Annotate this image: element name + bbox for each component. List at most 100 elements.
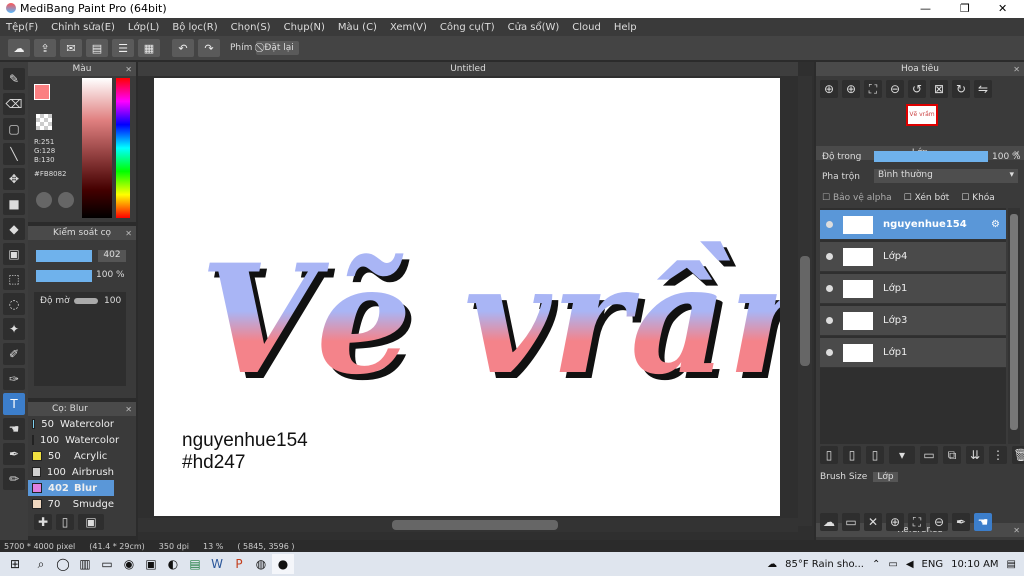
close-button[interactable]: ✕: [998, 2, 1007, 15]
clip-checkbox[interactable]: ☐ Xén bớt: [904, 193, 950, 203]
brush-add-icon[interactable]: ✚: [34, 514, 52, 530]
menu-view[interactable]: Xem(V): [390, 22, 427, 33]
vertical-scrollbar[interactable]: [798, 76, 812, 526]
fill-rect-icon[interactable]: ■: [3, 193, 25, 215]
task-view-icon[interactable]: ◯: [52, 554, 74, 574]
cloud-icon[interactable]: ☁: [8, 39, 30, 57]
clock[interactable]: 10:10 AM: [951, 559, 998, 570]
tray-chevron-icon[interactable]: ⌃: [872, 559, 880, 570]
powerpoint-icon[interactable]: P: [228, 554, 250, 574]
brush-list-item[interactable]: 50 Acrylic: [28, 448, 114, 464]
magic-wand-icon[interactable]: ✦: [3, 318, 25, 340]
new-halftone-layer-icon[interactable]: ▯: [866, 446, 884, 464]
edge-icon[interactable]: ◐: [162, 554, 184, 574]
panel-close-icon[interactable]: ✕: [1013, 65, 1020, 74]
eraser-icon[interactable]: ⌫: [3, 93, 25, 115]
layer-add-menu-icon[interactable]: ▾: [889, 446, 915, 464]
new-layer-icon[interactable]: ▯: [820, 446, 838, 464]
zoom-out-icon[interactable]: ⊖: [930, 513, 948, 531]
transparent-swatch[interactable]: [36, 114, 52, 130]
chrome-icon[interactable]: ◍: [250, 554, 272, 574]
search-icon[interactable]: ⌕: [30, 554, 52, 574]
panel-close-icon[interactable]: ✕: [125, 405, 132, 414]
menu-color[interactable]: Màu (C): [338, 22, 377, 33]
protect-alpha-checkbox[interactable]: ☐ Bảo vệ alpha: [822, 193, 892, 203]
brush-opacity-bar[interactable]: [36, 270, 92, 282]
zoom-fit-icon[interactable]: ⊕: [820, 80, 838, 98]
fit-icon[interactable]: ⛶: [908, 513, 926, 531]
select-eraser-icon[interactable]: ✑: [3, 368, 25, 390]
panel-close-icon[interactable]: ✕: [125, 229, 132, 238]
layer-row[interactable]: Lớp1: [820, 338, 1006, 368]
zoom-in-icon[interactable]: ⊕: [886, 513, 904, 531]
navigator-thumbnail[interactable]: Vẽ vrầm: [906, 104, 938, 126]
palette-icon[interactable]: [36, 192, 52, 208]
file-explorer-icon[interactable]: ▭: [96, 554, 118, 574]
brush-size-value[interactable]: 402: [98, 250, 126, 262]
horizontal-scroll-thumb[interactable]: [392, 520, 558, 530]
excel-icon[interactable]: ▤: [184, 554, 206, 574]
windows-start-icon[interactable]: ⊞: [0, 554, 30, 574]
layer-settings-icon[interactable]: ⋮: [989, 446, 1007, 464]
canvas-tab[interactable]: Untitled: [138, 62, 798, 76]
layer-scrollbar[interactable]: [1008, 208, 1020, 444]
rotate-right-icon[interactable]: ↻: [952, 80, 970, 98]
tab-layer[interactable]: Lớp: [873, 472, 898, 482]
comment-icon[interactable]: ✉: [60, 39, 82, 57]
menu-window[interactable]: Cửa sổ(W): [508, 22, 560, 33]
hand-icon[interactable]: ☚: [974, 513, 992, 531]
trash-icon[interactable]: 🗑: [1012, 446, 1024, 464]
redo-icon[interactable]: ↷: [198, 39, 220, 57]
rect-icon[interactable]: ▢: [3, 118, 25, 140]
brush-list-item[interactable]: 50 Watercolor: [28, 416, 114, 432]
document-canvas[interactable]: Vẽ vrầm Vẽ vrầm nguyenhue154 #hd247: [154, 78, 780, 516]
hand-icon[interactable]: ☚: [3, 418, 25, 440]
volume-icon[interactable]: ◀: [906, 559, 914, 570]
layer-row[interactable]: Lớp3: [820, 306, 1006, 336]
list-icon[interactable]: ☰: [112, 39, 134, 57]
menu-help[interactable]: Help: [614, 22, 637, 33]
brush-new-icon[interactable]: ▯: [56, 514, 74, 530]
shade-picker[interactable]: [82, 78, 112, 218]
eyedropper-icon[interactable]: ✒: [952, 513, 970, 531]
menu-select[interactable]: Chọn(S): [231, 22, 271, 33]
zoom-in-icon[interactable]: ⊕: [842, 80, 860, 98]
lock-checkbox[interactable]: ☐ Khóa: [961, 193, 995, 203]
panel-close-icon[interactable]: ✕: [1013, 526, 1020, 535]
merge-layer-icon[interactable]: ⇊: [966, 446, 984, 464]
close-icon[interactable]: ✕: [864, 513, 882, 531]
blend-select[interactable]: Bình thường ▾: [874, 169, 1018, 183]
medibang-taskbar-icon[interactable]: ●: [272, 554, 294, 574]
network-icon[interactable]: ▭: [888, 559, 897, 570]
visibility-icon[interactable]: [826, 285, 833, 292]
brush-list-item[interactable]: 100 Airbrush: [28, 464, 114, 480]
open-folder-icon[interactable]: ▭: [842, 513, 860, 531]
brush-list-item[interactable]: 100 Watercolor: [28, 432, 119, 448]
brush-list-item[interactable]: 70 Smudge: [28, 496, 114, 512]
menu-cloud[interactable]: Cloud: [572, 22, 601, 33]
folder-icon[interactable]: ▭: [920, 446, 938, 464]
notification-icon[interactable]: ▤: [1007, 559, 1016, 570]
brush-list-item[interactable]: 402 Blur: [28, 480, 114, 496]
new-layer-color-icon[interactable]: ▯: [843, 446, 861, 464]
rotate-left-icon[interactable]: ↺: [908, 80, 926, 98]
select-pen-icon[interactable]: ✐: [3, 343, 25, 365]
menu-file[interactable]: Tệp(F): [6, 22, 38, 33]
eyedropper-icon[interactable]: ✒: [3, 443, 25, 465]
monitor-icon[interactable]: ▣: [140, 554, 162, 574]
maximize-button[interactable]: ❐: [960, 2, 970, 15]
cloud-icon[interactable]: ☁: [820, 513, 838, 531]
duplicate-layer-icon[interactable]: ⧉: [943, 446, 961, 464]
horizontal-scrollbar[interactable]: [138, 518, 798, 532]
layer-row[interactable]: Lớp4: [820, 242, 1006, 272]
menu-edit[interactable]: Chỉnh sửa(E): [51, 22, 115, 33]
menu-filter[interactable]: Bộ lọc(R): [172, 22, 217, 33]
actual-size-icon[interactable]: ⛶: [864, 80, 882, 98]
gear-icon[interactable]: ⚙: [991, 219, 1000, 230]
panel-close-icon[interactable]: ✕: [125, 65, 132, 74]
palette-add-icon[interactable]: [58, 192, 74, 208]
flip-icon[interactable]: ⇋: [974, 80, 992, 98]
zoom-out-icon[interactable]: ⊖: [886, 80, 904, 98]
blur-toggle[interactable]: [74, 298, 98, 304]
weather-text[interactable]: 85°F Rain sho...: [785, 559, 864, 570]
